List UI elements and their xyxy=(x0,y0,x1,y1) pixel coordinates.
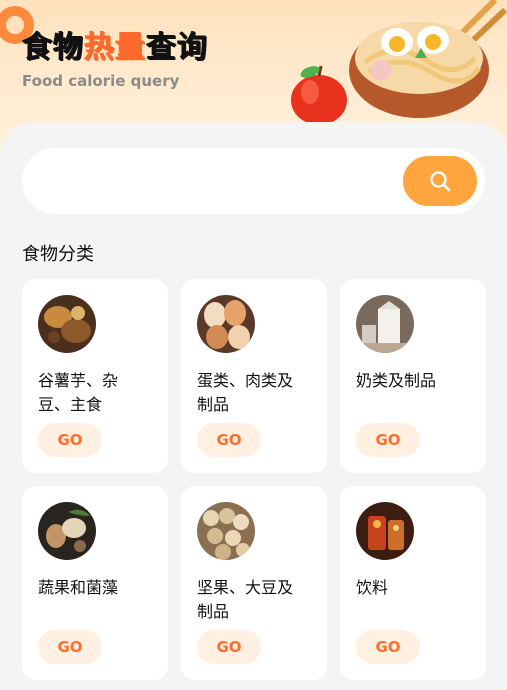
category-name: 谷薯芋、杂豆、主食 xyxy=(38,371,119,414)
go-button[interactable]: GO xyxy=(197,423,261,457)
category-name: 饮料 xyxy=(356,578,389,597)
go-button[interactable]: GO xyxy=(197,630,261,664)
title-highlight: 热量 xyxy=(84,30,146,65)
search-bar[interactable] xyxy=(22,148,485,214)
section-title: 食物分类 xyxy=(22,244,94,265)
category-card-egg-meat[interactable]: 蛋类、肉类及制品 GO xyxy=(181,279,327,473)
category-card-grain[interactable]: 谷薯芋、杂豆、主食 GO xyxy=(22,279,168,473)
category-card-milk[interactable]: 奶类及制品 GO xyxy=(340,279,486,473)
go-button[interactable]: GO xyxy=(356,630,420,664)
search-button[interactable] xyxy=(403,156,477,206)
grain-photo-icon xyxy=(38,295,96,353)
milk-photo-icon xyxy=(356,295,414,353)
noodle-bowl-illustration xyxy=(349,0,507,118)
category-name: 奶类及制品 xyxy=(356,371,437,390)
drink-photo-icon xyxy=(356,502,414,560)
egg-photo-icon xyxy=(197,295,255,353)
page-title: 食物热量查询 xyxy=(22,30,208,65)
category-card-vegetable[interactable]: 蔬果和菌藻 GO xyxy=(22,486,168,680)
search-input[interactable] xyxy=(46,166,390,198)
go-button[interactable]: GO xyxy=(38,630,102,664)
nut-photo-icon xyxy=(197,502,255,560)
vegetable-photo-icon xyxy=(38,502,96,560)
category-card-drink[interactable]: 饮料 GO xyxy=(340,486,486,680)
search-icon xyxy=(430,171,451,192)
go-button[interactable]: GO xyxy=(38,423,102,457)
food-calorie-page: 食物热量查询 Food calorie query 食物分类 谷薯芋、杂豆、主食… xyxy=(0,0,507,690)
page-subtitle: Food calorie query xyxy=(22,72,180,90)
category-card-nut-soy[interactable]: 坚果、大豆及制品 GO xyxy=(181,486,327,680)
apple-illustration xyxy=(291,65,347,125)
go-button[interactable]: GO xyxy=(356,423,420,457)
category-name: 坚果、大豆及制品 xyxy=(197,578,294,621)
category-name: 蛋类、肉类及制品 xyxy=(197,371,294,414)
category-name: 蔬果和菌藻 xyxy=(38,578,119,597)
